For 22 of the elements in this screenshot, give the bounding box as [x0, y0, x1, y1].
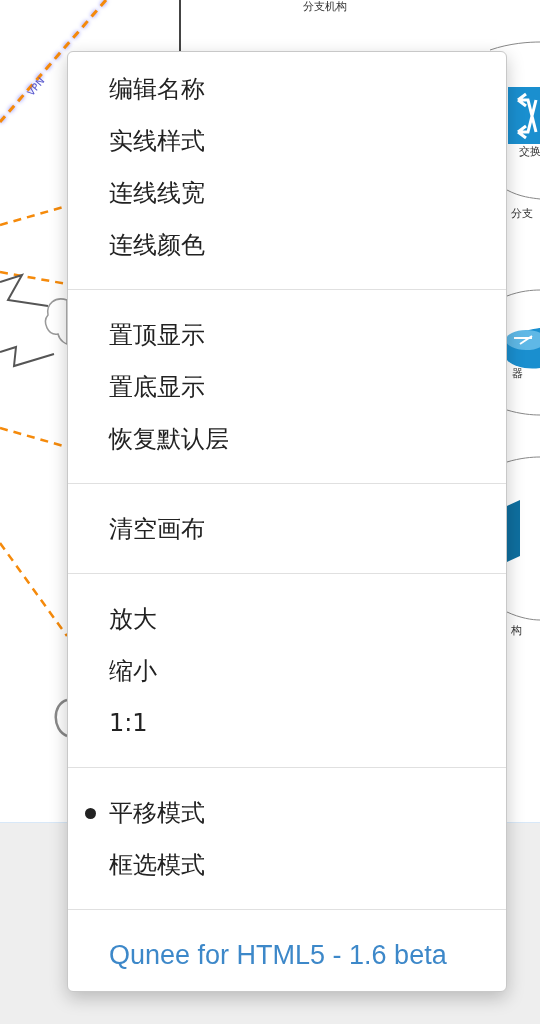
menu-item[interactable]: 连线颜色	[109, 230, 205, 260]
version-link[interactable]: Qunee for HTML5 - 1.6 beta	[109, 940, 447, 970]
zigzag-link-line	[0, 345, 55, 368]
node-label: 器	[512, 367, 523, 381]
menu-item[interactable]: 清空画布	[109, 514, 205, 544]
menu-item[interactable]: 平移模式	[109, 798, 205, 828]
node-label: 构	[511, 624, 522, 638]
zigzag-link-line	[0, 273, 49, 307]
menu-item[interactable]: 置顶显示	[109, 320, 205, 350]
menu-item[interactable]: 放大	[109, 604, 157, 634]
node-label: 分支	[511, 207, 533, 221]
menu-item[interactable]: 连线线宽	[109, 178, 205, 208]
node-label: 分支机构	[303, 0, 347, 14]
menu-item[interactable]: 实线样式	[109, 126, 205, 156]
menu-item[interactable]: 编辑名称	[109, 74, 205, 104]
menu-item[interactable]: 1:1	[109, 708, 148, 738]
connection-line	[179, 0, 181, 53]
menu-item[interactable]: 置底显示	[109, 372, 205, 402]
node-label: 交换	[519, 145, 540, 159]
menu-item[interactable]: 缩小	[109, 656, 157, 686]
menu-item[interactable]: 恢复默认层	[109, 424, 229, 454]
menu-item[interactable]: 框选模式	[109, 850, 205, 880]
